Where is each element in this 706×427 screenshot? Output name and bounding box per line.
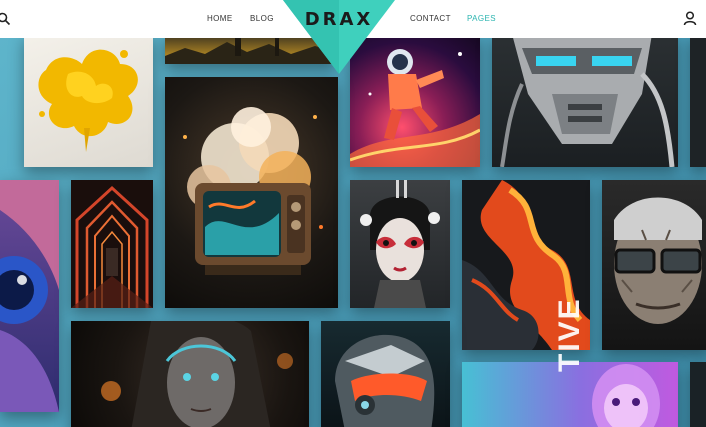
site-logo[interactable]: DRAX xyxy=(283,9,395,30)
artwork-old-man-glasses[interactable] xyxy=(602,180,706,350)
eye-graphic xyxy=(0,180,59,412)
nav-link-pages[interactable]: PAGES xyxy=(467,14,496,23)
exploding-tv-graphic xyxy=(183,107,323,275)
nav-link-contact[interactable]: CONTACT xyxy=(410,14,451,23)
paint-splash-graphic xyxy=(38,49,138,152)
robot-graphic xyxy=(500,34,675,167)
old-man-graphic xyxy=(614,197,702,324)
geisha-graphic xyxy=(360,180,440,308)
artwork-red-arch-tunnel[interactable] xyxy=(71,180,153,308)
artwork-dark-goddess-portrait[interactable] xyxy=(71,321,309,427)
user-icon[interactable] xyxy=(683,11,697,31)
artwork-robot-head[interactable] xyxy=(492,34,678,167)
artwork-exploding-tv[interactable] xyxy=(165,77,338,308)
tunnel-graphic xyxy=(71,185,153,308)
helmet-graphic xyxy=(335,334,435,427)
artwork-edge-right-top[interactable] xyxy=(690,34,706,167)
nav-link-blog[interactable]: BLOG xyxy=(250,14,274,23)
artwork-helmet-portrait[interactable] xyxy=(321,321,450,427)
artwork-edge-right-bottom[interactable] xyxy=(690,362,706,427)
artwork-blue-eye-closeup[interactable] xyxy=(0,180,59,412)
creative-overlay-text: TIVE xyxy=(553,297,586,372)
goddess-graphic xyxy=(101,321,293,427)
search-icon[interactable] xyxy=(0,12,11,31)
artwork-yellow-paint-splash[interactable] xyxy=(24,34,153,167)
nav-link-home[interactable]: HOME xyxy=(207,14,233,23)
artwork-geisha-portrait[interactable] xyxy=(350,180,450,308)
